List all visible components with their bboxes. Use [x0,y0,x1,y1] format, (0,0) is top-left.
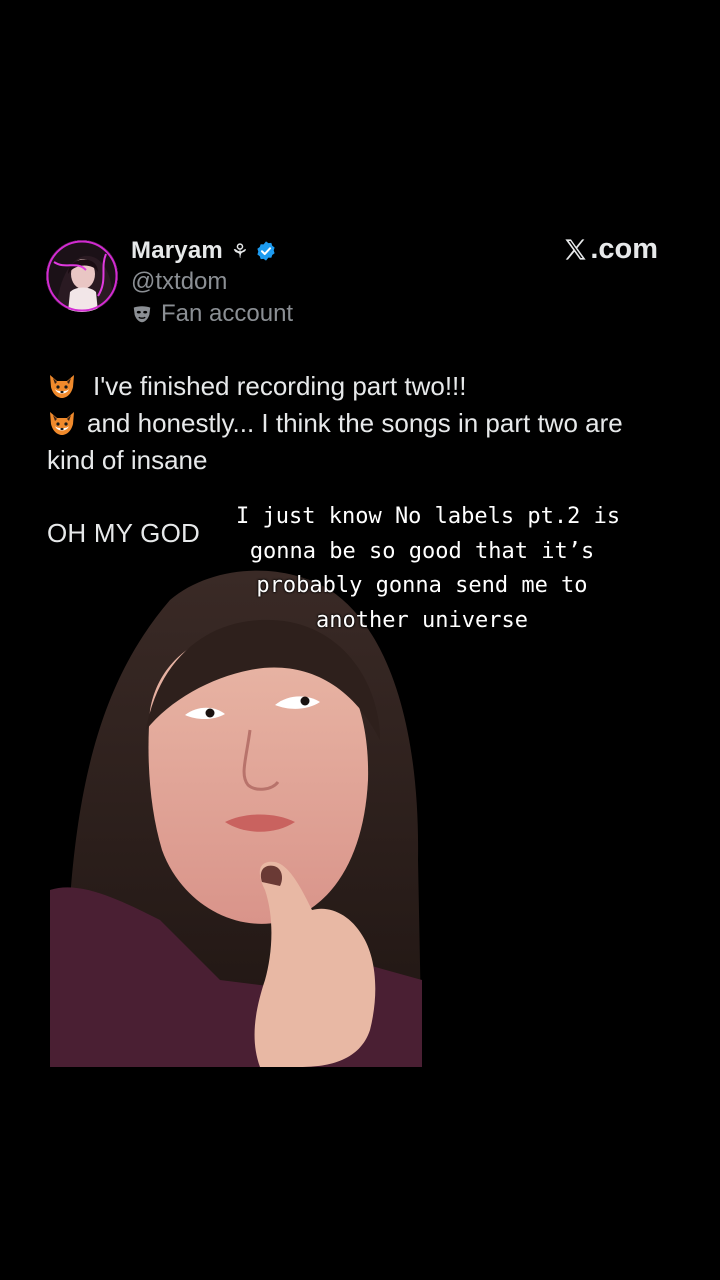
site-label: .com [590,233,658,265]
fox-emoji-icon [47,371,77,401]
caption-line: another universe [316,607,528,633]
avatar[interactable] [46,240,118,312]
tweet-text: I've finished recording part two!!! and … [47,368,677,479]
tweet-line: and honestly... I think the songs in par… [47,405,677,442]
tweet-line: kind of insane [47,442,677,479]
account-label: Fan account [131,300,293,328]
name-glyph: ⚘ [230,240,249,263]
avatar-image [46,240,118,312]
tweet-line-text: and honestly... I think the songs in par… [87,408,623,438]
caption-line: probably gonna send me to [256,573,588,598]
x-brand[interactable]: .com [562,233,658,266]
fox-emoji-icon [47,408,77,438]
x-logo-icon [565,239,586,260]
tweet-line-text: kind of insane [47,445,208,475]
author-name-row[interactable]: Maryam ⚘ [131,234,277,268]
tweet-line: I've finished recording part two!!! [47,368,677,405]
tweet-exclamation: OH MY GOD [47,518,201,548]
user-handle[interactable]: @txtdom [131,268,227,296]
mask-icon [131,303,153,325]
verified-badge-icon [255,240,277,262]
overlay-caption: I just know No labels pt.2 is gonna be s… [236,500,621,638]
tweet-line-text: I've finished recording part two!!! [93,371,467,401]
caption-line: I just know No labels pt.2 is [236,504,621,529]
display-name[interactable]: Maryam [131,237,223,265]
caption-line: gonna be so good that it’s [249,538,595,564]
fan-account-label: Fan account [161,300,294,327]
